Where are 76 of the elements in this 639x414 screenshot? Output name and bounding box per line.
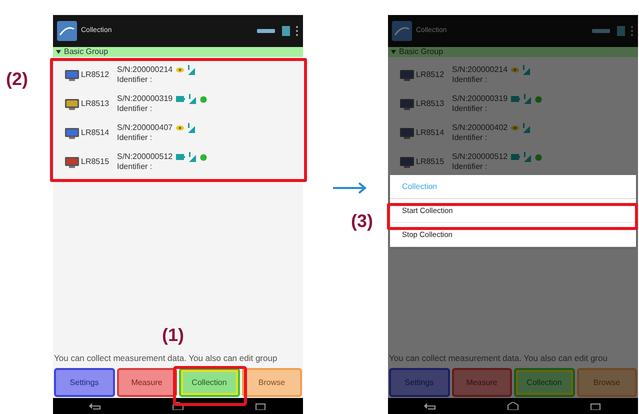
signal-icon bbox=[522, 152, 532, 162]
serial-number: S/N:200000319 bbox=[452, 94, 508, 104]
monitor-icon bbox=[400, 98, 414, 110]
app-logo-icon bbox=[392, 21, 412, 41]
identifier-label: Identifier : bbox=[117, 104, 154, 114]
serial-number: S/N:200000214 bbox=[452, 65, 508, 75]
tab-button[interactable]: Measure bbox=[116, 368, 177, 397]
sync-icon bbox=[255, 26, 277, 36]
identifier-label: Identifier : bbox=[117, 133, 154, 143]
eye-icon bbox=[510, 125, 519, 131]
signal-icon bbox=[522, 65, 531, 75]
identifier-label: Identifier : bbox=[452, 133, 488, 143]
hint-text: You can collect measurement data. You also can edit grou bbox=[388, 353, 608, 364]
expand-arrow-icon bbox=[391, 50, 396, 54]
recent-apps-icon bbox=[590, 402, 602, 410]
identifier-label: Identifier : bbox=[117, 75, 154, 85]
eye-icon bbox=[176, 67, 184, 73]
group-header[interactable]: Basic Group bbox=[388, 47, 638, 57]
expand-arrow-icon bbox=[56, 50, 61, 54]
device-model: LR8515 bbox=[81, 156, 110, 168]
identifier-label: Identifier : bbox=[452, 162, 488, 172]
serial-number: S/N:200000319 bbox=[117, 94, 173, 104]
callout-label: (1) bbox=[162, 324, 184, 347]
identifier-label: Identifier : bbox=[117, 162, 154, 172]
battery-icon bbox=[510, 96, 520, 102]
group-name: Basic Group bbox=[399, 47, 444, 57]
chart-icon bbox=[616, 25, 626, 37]
eye-icon bbox=[510, 67, 519, 73]
signal-icon bbox=[522, 123, 531, 133]
serial-number: S/N:200000214 bbox=[117, 65, 173, 75]
signal-icon bbox=[522, 94, 532, 104]
right-arrow-icon bbox=[333, 182, 367, 194]
tab-button[interactable]: Settings bbox=[54, 368, 114, 397]
callout-label: (2) bbox=[6, 68, 28, 91]
monitor-icon bbox=[400, 70, 414, 80]
group-header[interactable]: Basic Group bbox=[53, 47, 303, 57]
sync-icon bbox=[590, 26, 612, 36]
signal-icon bbox=[186, 123, 196, 133]
monitor-icon bbox=[400, 128, 414, 138]
serial-number: S/N:200000512 bbox=[117, 152, 173, 162]
recent-apps-icon bbox=[255, 402, 268, 410]
group-name: Basic Group bbox=[64, 47, 108, 57]
signal-icon bbox=[186, 65, 196, 75]
eye-icon bbox=[176, 125, 184, 131]
chart-icon bbox=[281, 25, 291, 37]
tab-button[interactable]: Browse bbox=[242, 368, 302, 397]
hint-text: You can collect measurement data. You also can edit group bbox=[53, 353, 278, 364]
device-model: LR8514 bbox=[81, 127, 110, 139]
app-logo-icon bbox=[57, 21, 77, 41]
tab-button[interactable]: Collection bbox=[179, 368, 240, 397]
overflow-menu-icon bbox=[295, 25, 299, 37]
back-icon bbox=[424, 402, 436, 410]
device-model: LR8515 bbox=[416, 156, 446, 168]
serial-number: S/N:200000402 bbox=[452, 123, 508, 133]
tab-button[interactable]: Collection bbox=[514, 368, 574, 397]
identifier-label: Identifier : bbox=[452, 75, 488, 85]
device-model: LR8512 bbox=[81, 69, 110, 81]
monitor-icon bbox=[400, 156, 414, 168]
battery-icon bbox=[510, 154, 520, 160]
device-model: LR8512 bbox=[416, 69, 446, 81]
battery-icon bbox=[176, 96, 185, 102]
callout-label: (3) bbox=[351, 210, 373, 233]
serial-number: S/N:200000512 bbox=[452, 152, 508, 162]
signal-icon bbox=[188, 152, 197, 162]
device-model: LR8513 bbox=[416, 98, 446, 110]
identifier-label: Identifier : bbox=[452, 104, 488, 114]
serial-number: S/N:200000407 bbox=[117, 123, 173, 133]
signal-icon bbox=[188, 94, 197, 104]
overflow-menu-icon bbox=[630, 25, 634, 37]
battery-icon bbox=[176, 154, 185, 160]
back-icon bbox=[88, 402, 101, 410]
device-model: LR8513 bbox=[81, 98, 110, 110]
home-icon bbox=[172, 402, 184, 410]
dialog-title: Collection bbox=[390, 175, 636, 199]
device-model: LR8514 bbox=[416, 127, 446, 139]
home-icon bbox=[506, 402, 519, 410]
